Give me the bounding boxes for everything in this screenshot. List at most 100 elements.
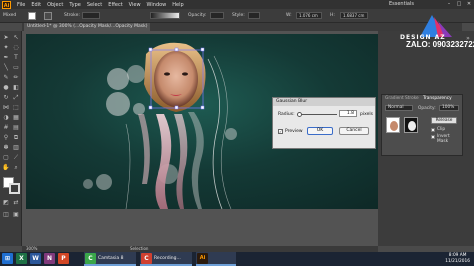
direct-selection-tool-icon[interactable]: ↖ <box>12 34 20 42</box>
illustrator-task-icon: Ai <box>197 253 208 264</box>
menu-effect[interactable]: Effect <box>108 2 122 8</box>
windows-taskbar: ⊞ X W N P C Camtasia 8 C Recording... Ai… <box>0 252 474 266</box>
layer-thumbnail[interactable] <box>386 117 400 133</box>
taskbar-illustrator[interactable]: Ai <box>196 252 236 266</box>
menu-file[interactable]: File <box>17 2 25 8</box>
stroke-swatch[interactable] <box>44 12 52 20</box>
width-field[interactable]: 1.076 cm <box>296 12 322 19</box>
w-label: W: <box>286 13 292 18</box>
clip-checkbox[interactable] <box>431 128 435 132</box>
graph-tool-icon[interactable]: ▥ <box>12 144 20 152</box>
stroke-weight-field[interactable] <box>82 12 100 19</box>
hand-tool-icon[interactable]: ✋ <box>2 164 10 172</box>
invert-mask-checkbox[interactable] <box>431 135 435 139</box>
ok-button[interactable]: OK <box>307 127 333 135</box>
document-tabs: Untitled-1* @ 300% (...Opacity Mask/...O… <box>22 23 462 31</box>
excel-icon[interactable]: X <box>16 253 27 264</box>
swap-colors-icon[interactable]: ⇄ <box>12 199 20 207</box>
mask-thumbnail-art <box>408 121 416 131</box>
tab-stroke[interactable]: Stroke <box>405 96 419 102</box>
eraser-tool-icon[interactable]: ◧ <box>12 84 20 92</box>
close-icon[interactable]: ✕ <box>466 1 472 7</box>
preview-checkbox[interactable]: ✓ <box>278 129 283 134</box>
lasso-tool-icon[interactable]: ◌ <box>12 44 20 52</box>
radius-slider-thumb[interactable] <box>297 112 302 117</box>
style-field[interactable] <box>248 12 260 19</box>
perspective-grid-tool-icon[interactable]: ▦ <box>12 114 20 122</box>
menu-help[interactable]: Help <box>172 2 183 8</box>
zoom-tool-icon[interactable]: ⌕ <box>12 164 20 172</box>
workspace-switcher[interactable]: Essentials <box>389 1 414 7</box>
default-colors-icon[interactable]: ◩ <box>2 199 10 207</box>
menu-object[interactable]: Object <box>47 2 63 8</box>
blend-mode-value: Normal <box>388 105 404 110</box>
menu-window[interactable]: Window <box>147 2 167 8</box>
width-value: 1.076 cm <box>299 13 318 18</box>
window-controls: – □ ✕ <box>446 1 472 7</box>
menu-view[interactable]: View <box>129 2 141 8</box>
onenote-icon[interactable]: N <box>44 253 55 264</box>
decor-circle <box>107 68 129 90</box>
blob-brush-tool-icon[interactable]: ● <box>2 84 10 92</box>
fill-swatch[interactable] <box>28 12 36 20</box>
decor-circle <box>225 128 237 140</box>
draw-mode-icon[interactable]: ◫ <box>2 211 10 219</box>
line-tool-icon[interactable]: ╲ <box>2 64 10 72</box>
menu-select[interactable]: Select <box>87 2 102 8</box>
decor-circle <box>83 179 93 189</box>
minimize-icon[interactable]: – <box>446 1 452 7</box>
blend-tool-icon[interactable]: ⧉ <box>12 134 20 142</box>
stroke-color-box[interactable] <box>9 183 20 194</box>
shape-builder-tool-icon[interactable]: ◑ <box>2 114 10 122</box>
cancel-button[interactable]: Cancel <box>339 127 369 135</box>
gradient-tool-icon[interactable]: ▤ <box>12 124 20 132</box>
paintbrush-tool-icon[interactable]: ✎ <box>2 74 10 82</box>
symbol-sprayer-tool-icon[interactable]: ✽ <box>2 144 10 152</box>
powerpoint-icon[interactable]: P <box>58 253 69 264</box>
pen-tool-icon[interactable]: ✒ <box>2 54 10 62</box>
decor-circle <box>106 92 130 116</box>
decor-circle <box>133 103 145 115</box>
tools-panel: ➤ ↖ ✦ ◌ ✒ T ╲ ▭ ✎ ✏ ● ◧ ↻ ⤢ ⋈ ⬚ ◑ ▦ # ▤ … <box>0 31 22 246</box>
opacity-field[interactable] <box>210 12 224 19</box>
free-transform-tool-icon[interactable]: ⬚ <box>12 104 20 112</box>
tab-transparency[interactable]: Transparency <box>423 96 452 102</box>
panel-opacity-field[interactable]: 100% <box>439 105 459 111</box>
menu-edit[interactable]: Edit <box>31 2 41 8</box>
width-tool-icon[interactable]: ⋈ <box>2 104 10 112</box>
type-tool-icon[interactable]: T <box>12 54 20 62</box>
radius-slider-track[interactable] <box>297 114 337 115</box>
panel-opacity-label: Opacity: <box>418 106 436 111</box>
tab-gradient[interactable]: Gradient <box>385 96 404 102</box>
scale-tool-icon[interactable]: ⤢ <box>12 94 20 102</box>
release-button[interactable]: Release <box>431 117 457 124</box>
mesh-tool-icon[interactable]: # <box>2 124 10 132</box>
radius-input[interactable]: 1.8 <box>339 110 357 117</box>
invert-mask-label: Invert Mask <box>437 134 450 144</box>
artboard-tool-icon[interactable]: ▢ <box>2 154 10 162</box>
system-clock[interactable]: 8:09 AM 11/21/2016 <box>445 253 470 265</box>
word-icon[interactable]: W <box>30 253 41 264</box>
dialog-title[interactable]: Gaussian Blur <box>273 98 375 106</box>
selection-tool-icon[interactable]: ➤ <box>2 34 10 42</box>
slice-tool-icon[interactable]: ⟋ <box>12 154 20 162</box>
mask-thumbnail[interactable] <box>404 117 418 133</box>
taskbar-recording[interactable]: C Recording... <box>140 252 192 266</box>
menu-type[interactable]: Type <box>69 2 80 8</box>
blend-mode-select[interactable]: Normal <box>385 105 413 111</box>
eyedropper-tool-icon[interactable]: ⚲ <box>2 134 10 142</box>
rectangle-tool-icon[interactable]: ▭ <box>12 64 20 72</box>
taskbar-camtasia[interactable]: C Camtasia 8 <box>84 252 136 266</box>
document-tab[interactable]: Untitled-1* @ 300% (...Opacity Mask/...O… <box>24 23 151 31</box>
height-field[interactable]: 1.6837 cm <box>340 12 368 19</box>
magic-wand-tool-icon[interactable]: ✦ <box>2 44 10 52</box>
h-label: H: <box>330 13 335 18</box>
brush-definition[interactable] <box>150 12 180 19</box>
illustrator-logo-icon: Ai <box>2 0 11 9</box>
maximize-icon[interactable]: □ <box>456 1 462 7</box>
start-button-icon[interactable]: ⊞ <box>2 253 13 264</box>
pencil-tool-icon[interactable]: ✏ <box>12 74 20 82</box>
rotate-tool-icon[interactable]: ↻ <box>2 94 10 102</box>
decor-circle <box>96 174 112 190</box>
screen-mode-icon[interactable]: ▣ <box>12 211 20 219</box>
